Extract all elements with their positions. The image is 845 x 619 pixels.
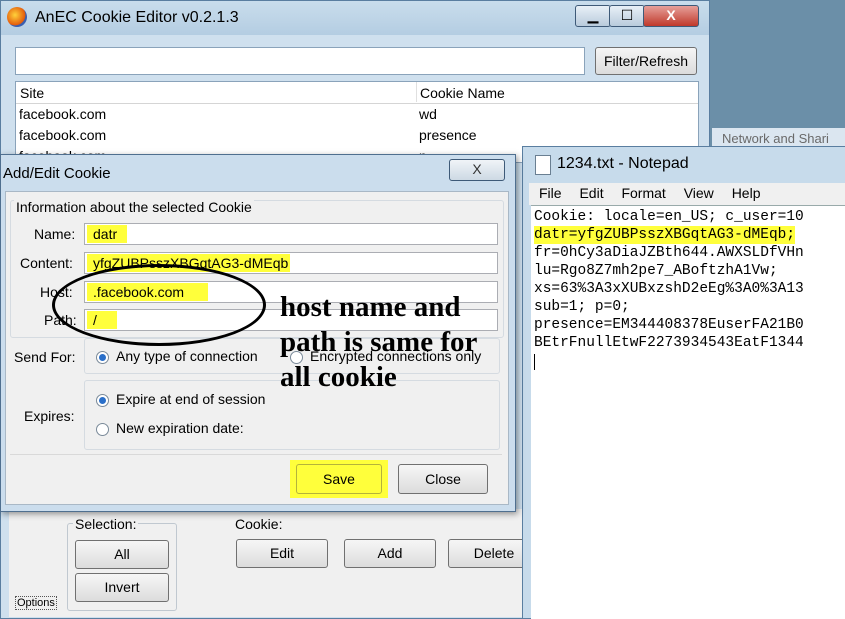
options-link[interactable]: Options bbox=[15, 596, 57, 610]
dialog-divider bbox=[10, 454, 502, 455]
filter-input[interactable] bbox=[15, 47, 585, 75]
column-divider bbox=[416, 82, 417, 102]
save-button[interactable]: Save bbox=[296, 464, 382, 494]
expire-session-label: Expire at end of session bbox=[116, 391, 266, 407]
notepad-menubar: File Edit Format View Help bbox=[529, 183, 845, 205]
table-row[interactable]: facebook.com presence bbox=[16, 127, 698, 147]
annotation-text: host name and path is same for all cooki… bbox=[280, 290, 477, 395]
add-cookie-button[interactable]: Add bbox=[344, 539, 436, 568]
text-line-highlighted: datr=yfgZUBPsszXBGqtAG3-dMEqb; bbox=[534, 226, 796, 244]
text-line: sub=1; p=0; bbox=[534, 299, 630, 315]
text-line: fr=0hCy3aDiaJZBth644.AWXSLDfVHn bbox=[534, 245, 804, 261]
notepad-text-area[interactable]: Cookie: locale=en_US; c_user=10 datr=yfg… bbox=[531, 205, 845, 619]
edit-cookie-button[interactable]: Edit bbox=[236, 539, 328, 568]
annotation-ellipse bbox=[52, 264, 266, 346]
content-label: Content: bbox=[20, 255, 73, 271]
text-line: Cookie: locale=en_US; c_user=10 bbox=[534, 209, 804, 225]
main-title-bar: AnEC Cookie Editor v0.2.1.3 ▁ ☐ X bbox=[1, 1, 709, 35]
dialog-close-x-button[interactable]: X bbox=[449, 159, 505, 181]
minimize-button[interactable]: ▁ bbox=[575, 5, 611, 27]
radio-new-expiration[interactable] bbox=[96, 423, 109, 436]
menu-format[interactable]: Format bbox=[621, 185, 665, 201]
row-cookie-name: presence bbox=[419, 127, 477, 143]
row-site: facebook.com bbox=[19, 127, 107, 143]
selection-label: Selection: bbox=[73, 516, 139, 532]
radio-any-connection[interactable] bbox=[96, 351, 109, 364]
name-label: Name: bbox=[34, 226, 76, 242]
dialog-title: Add/Edit Cookie bbox=[3, 165, 111, 182]
close-button[interactable]: Close bbox=[398, 464, 488, 494]
menu-file[interactable]: File bbox=[539, 185, 562, 201]
new-expiration-label: New expiration date: bbox=[116, 420, 244, 436]
annotation-line-3: all cookie bbox=[280, 361, 397, 393]
notepad-window: 1234.txt - Notepad File Edit Format View… bbox=[522, 146, 845, 619]
notepad-icon bbox=[535, 155, 551, 175]
row-cookie-name: wd bbox=[419, 106, 437, 122]
text-line: xs=63%3A3xXUBxzshD2eEg%3A0%3A13 bbox=[534, 281, 804, 297]
firefox-logo-icon bbox=[7, 7, 27, 27]
menu-edit[interactable]: Edit bbox=[579, 185, 603, 201]
maximize-button[interactable]: ☐ bbox=[609, 5, 645, 27]
expires-label: Expires: bbox=[24, 408, 75, 424]
invert-selection-button[interactable]: Invert bbox=[75, 573, 169, 602]
any-connection-label: Any type of connection bbox=[116, 348, 258, 364]
column-header-cookie-name[interactable]: Cookie Name bbox=[420, 85, 505, 101]
text-line: presence=EM344408378EuserFA21B0 bbox=[534, 317, 804, 333]
text-line: BEtrFnullEtwF2273934543EatF1344 bbox=[534, 335, 804, 351]
list-header: Site Cookie Name bbox=[16, 82, 698, 104]
select-all-button[interactable]: All bbox=[75, 540, 169, 569]
text-line: lu=Rgo8Z7mh2pe7_ABoftzhA1Vw; bbox=[534, 263, 778, 279]
name-field[interactable]: datr bbox=[84, 223, 498, 245]
close-window-button[interactable]: X bbox=[643, 5, 699, 27]
text-cursor bbox=[534, 354, 535, 370]
main-window-title: AnEC Cookie Editor v0.2.1.3 bbox=[35, 9, 239, 26]
notepad-title: 1234.txt - Notepad bbox=[557, 155, 689, 172]
table-row[interactable]: facebook.com wd bbox=[16, 106, 698, 126]
cookie-label: Cookie: bbox=[235, 516, 283, 532]
annotation-line-1: host name and bbox=[280, 291, 461, 323]
menu-help[interactable]: Help bbox=[732, 185, 761, 201]
row-site: facebook.com bbox=[19, 106, 107, 122]
radio-expire-session[interactable] bbox=[96, 394, 109, 407]
cookie-info-group-title: Information about the selected Cookie bbox=[14, 199, 254, 215]
column-header-site[interactable]: Site bbox=[20, 85, 44, 101]
name-value: datr bbox=[87, 225, 128, 243]
annotation-line-2: path is same for bbox=[280, 326, 478, 358]
filter-refresh-button[interactable]: Filter/Refresh bbox=[595, 47, 697, 75]
menu-view[interactable]: View bbox=[684, 185, 714, 201]
send-for-label: Send For: bbox=[14, 349, 76, 365]
